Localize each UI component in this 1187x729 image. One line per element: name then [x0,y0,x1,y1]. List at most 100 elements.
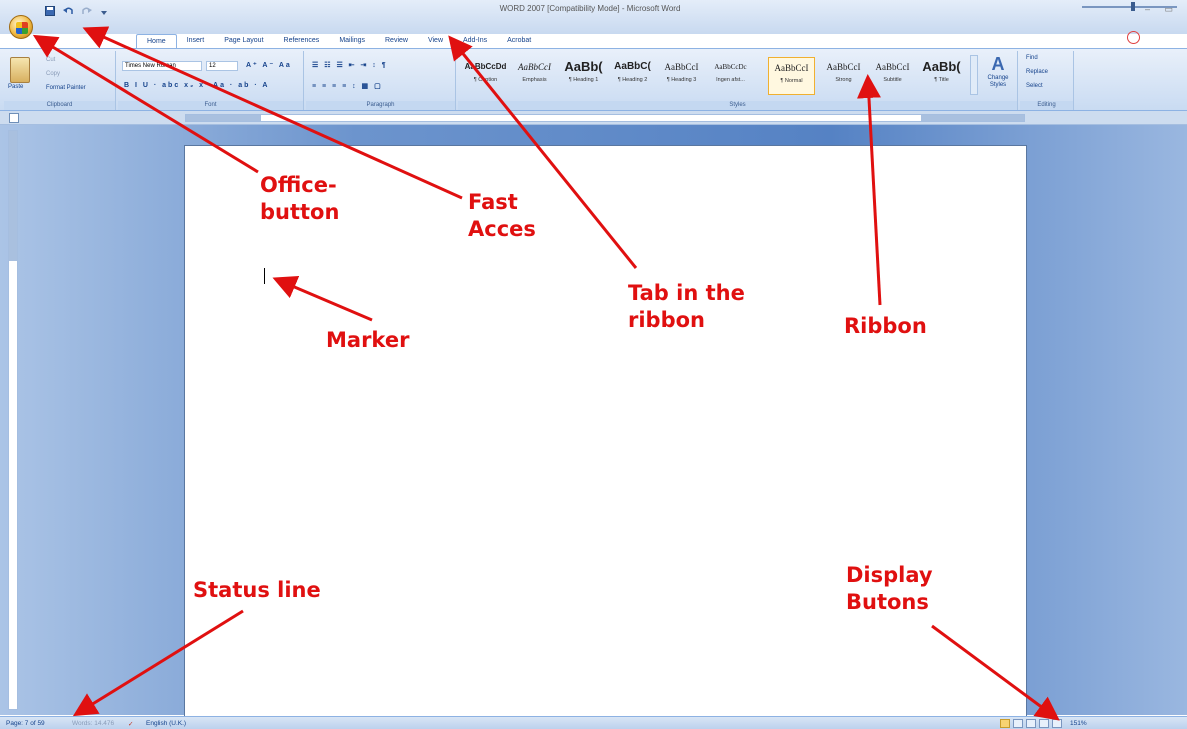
font-size-select[interactable]: 12 [206,61,238,71]
tab-selector-button[interactable] [9,113,19,123]
word-count[interactable]: Words: 14.476 [72,720,114,727]
editing-label: Editing [1020,101,1073,110]
ribbon: Paste Cut Copy Format Painter Clipboard … [0,48,1187,111]
font-grow-shrink-buttons[interactable]: A⁺ A⁻ Aa [246,61,292,69]
style-title[interactable]: AaBb( ¶ Title [918,57,965,95]
outline-view-button[interactable] [1039,719,1049,728]
style-sample: AaBbCcI [875,62,910,72]
copy-button[interactable]: Copy [46,71,60,77]
customize-icon[interactable] [98,5,110,16]
list-indent-buttons[interactable]: ☰ ☷ ☰ ⇤ ⇥ ↕ ¶ [312,61,388,69]
ruler-left-margin [186,115,261,121]
undo-icon[interactable] [62,5,74,16]
paste-button[interactable]: Paste [8,84,23,90]
clipboard-group: Paste Cut Copy Format Painter Clipboard [4,51,116,110]
cut-button[interactable]: Cut [46,57,55,63]
style-sample: AaBbC( [614,61,651,72]
window-title: WORD 2007 [Compatibility Mode] - Microso… [499,4,681,13]
tab-insert[interactable]: Insert [177,34,215,48]
style-heading-1[interactable]: AaBb( ¶ Heading 1 [560,57,607,95]
save-icon[interactable] [44,5,56,16]
zoom-slider-thumb[interactable] [1131,2,1135,11]
language[interactable]: English (U.K.) [146,720,186,727]
style-name: ¶ Heading 3 [666,77,697,83]
document-page[interactable] [184,145,1027,720]
help-icon[interactable] [1127,31,1140,44]
ruler-right-margin [921,115,1024,121]
style-heading-3[interactable]: AaBbCcI ¶ Heading 3 [658,57,705,95]
style-subtitle[interactable]: AaBbCcI Subtitle [869,57,916,95]
quick-access-toolbar [44,5,110,16]
style-emphasis[interactable]: AaBbCcI Emphasis [511,57,558,95]
vertical-ruler[interactable] [8,130,18,710]
style-name: Strong [835,77,852,83]
tab-view[interactable]: View [418,34,453,48]
tab-acrobat[interactable]: Acrobat [497,34,541,48]
alignment-buttons[interactable]: ≡ ≡ ≡ ≡ ↕ ▦ ▢ [312,82,383,90]
draft-view-button[interactable] [1052,719,1062,728]
style-heading-2[interactable]: AaBbC( ¶ Heading 2 [609,57,656,95]
paragraph-label: Paragraph [306,101,455,110]
style-name: ¶ Heading 2 [617,77,648,83]
style-name: Subtitle [883,77,902,83]
text-cursor [264,268,265,284]
paste-icon[interactable] [10,57,30,83]
office-logo-icon [16,22,28,34]
style-strong[interactable]: AaBbCcI Strong [820,57,867,95]
change-styles-label: Change Styles [987,75,1009,88]
format-painter-button[interactable]: Format Painter [46,85,86,91]
tab-home[interactable]: Home [136,34,177,48]
style-sample: AaBbCcI [518,62,551,72]
annotation-fast-access: Fast Acces [468,190,536,241]
font-format-buttons[interactable]: B I U · abc x₂ x² Aa · ab · A [124,82,269,89]
tab-references[interactable]: References [274,34,330,48]
style-name: Emphasis [522,77,547,83]
style-caption[interactable]: AaBbCcDd ¶ Caption [462,57,509,95]
annotation-office-button: Office- button [260,173,340,224]
title-bar: WORD 2007 [Compatibility Mode] - Microso… [0,0,1187,34]
font-group: Times New Roman 12 A⁺ A⁻ Aa B I U · abc … [118,51,304,110]
style-ingen-afstand[interactable]: AaBbCcDc Ingen afst... [707,57,754,95]
office-button[interactable] [9,15,33,39]
tab-add-ins[interactable]: Add-Ins [453,34,497,48]
style-sample: AaBbCcI [774,63,809,73]
tab-review[interactable]: Review [375,34,418,48]
annotation-marker: Marker [326,328,410,352]
page-count[interactable]: Page: 7 of 59 [6,720,45,727]
select-button[interactable]: Select [1026,83,1043,89]
change-styles-button[interactable]: A Change Styles [982,53,1014,97]
horizontal-ruler[interactable] [185,114,1025,122]
redo-icon[interactable] [80,5,92,16]
full-screen-reading-view-button[interactable] [1013,719,1023,728]
tab-page-layout[interactable]: Page Layout [214,34,273,48]
paragraph-group: ☰ ☷ ☰ ⇤ ⇥ ↕ ¶ ≡ ≡ ≡ ≡ ↕ ▦ ▢ Paragraph [306,51,456,110]
styles-scroll[interactable] [970,55,978,95]
zoom-level[interactable]: 151% [1070,720,1087,727]
print-layout-view-button[interactable] [1000,719,1010,728]
replace-button[interactable]: Replace [1026,69,1048,75]
style-name: Ingen afst... [716,77,745,83]
proofing-icon[interactable]: ✓ [128,720,133,728]
tab-mailings[interactable]: Mailings [329,34,375,48]
style-name: ¶ Heading 1 [568,77,599,83]
ruler-top-margin [9,131,17,261]
style-sample: AaBb( [922,59,961,74]
style-normal[interactable]: AaBbCcI ¶ Normal [768,57,815,95]
styles-label: Styles [458,101,1017,110]
find-button[interactable]: Find [1026,55,1038,61]
styles-group: AaBbCcDd ¶ Caption AaBbCcI Emphasis AaBb… [458,51,1018,110]
ribbon-tabs: Home Insert Page Layout References Maili… [136,34,541,48]
annotation-status-line: Status line [193,578,321,602]
status-bar: Page: 7 of 59 Words: 14.476 ✓ English (U… [0,716,1187,729]
font-family-select[interactable]: Times New Roman [122,61,202,71]
font-label: Font [118,101,303,110]
style-sample: AaBbCcI [664,62,699,72]
annotation-tab-in-ribbon: Tab in the ribbon [628,281,745,332]
editing-group: Find Replace Select Editing [1020,51,1074,110]
web-layout-view-button[interactable] [1026,719,1036,728]
change-styles-icon: A [991,54,1005,74]
style-sample: AaBbCcI [826,62,861,72]
style-name: ¶ Normal [780,78,803,84]
annotation-display-buttons: Display Butons [846,563,933,614]
zoom-slider[interactable] [1082,6,1177,8]
